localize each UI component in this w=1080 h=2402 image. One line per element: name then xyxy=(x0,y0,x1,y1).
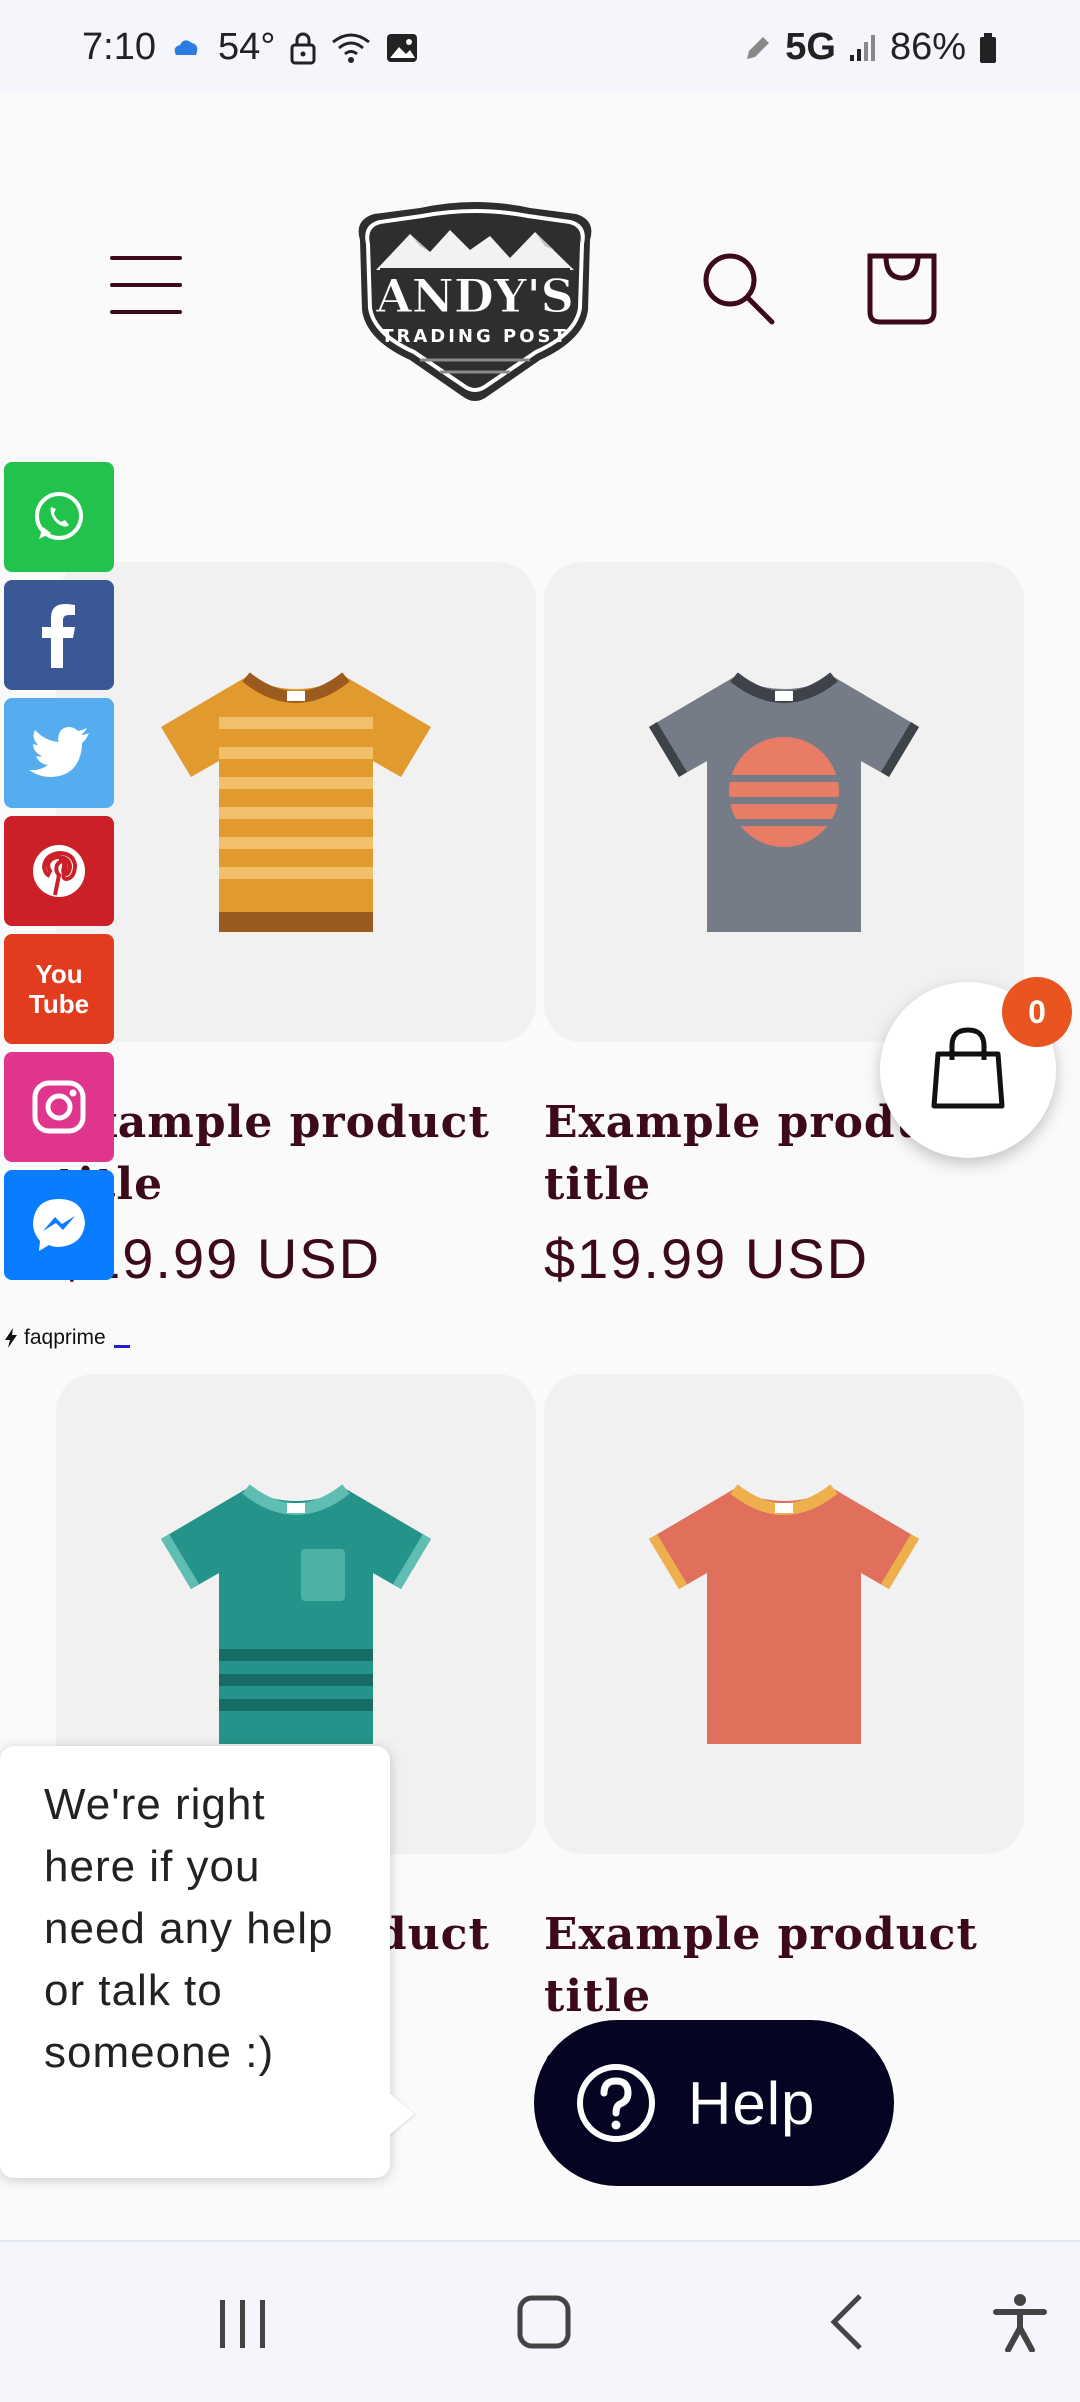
faqprime-underline xyxy=(113,1344,130,1348)
system-navigation-bar xyxy=(0,2240,1080,2402)
weather-icon xyxy=(170,33,204,63)
recent-apps-icon[interactable] xyxy=(212,2292,272,2357)
social-share-bar: You Tube xyxy=(4,462,116,1288)
logo-subtext: TRADING POST xyxy=(381,326,569,347)
status-bar: 7:10 54° 5G 86% xyxy=(0,0,1080,92)
cart-count-badge: 0 xyxy=(1002,977,1072,1047)
youtube-glyph-top: You xyxy=(35,959,83,989)
help-button[interactable]: Help xyxy=(534,2020,894,2186)
facebook-icon[interactable] xyxy=(4,580,114,690)
status-battery: 86% xyxy=(889,26,966,68)
lightning-icon xyxy=(5,1328,17,1348)
status-network: 5G xyxy=(785,26,836,68)
back-icon[interactable] xyxy=(822,2292,872,2357)
faqprime-label: faqprime xyxy=(24,1326,106,1349)
gallery-icon xyxy=(385,32,419,64)
twitter-icon[interactable] xyxy=(4,698,114,808)
hamburger-menu-icon[interactable] xyxy=(110,252,182,318)
store-logo[interactable]: ANDY'S TRADING POST xyxy=(340,200,610,410)
help-bubble-tail xyxy=(388,2092,414,2136)
product-title[interactable]: Example product title xyxy=(544,1904,1024,2028)
pinterest-icon[interactable] xyxy=(4,816,114,926)
whatsapp-icon[interactable] xyxy=(4,462,114,572)
product-card[interactable]: Example product title $19.99 USD xyxy=(56,562,536,1291)
youtube-icon[interactable]: You Tube xyxy=(4,934,114,1044)
wifi-icon xyxy=(331,32,371,64)
help-message-text: We're right here if you need any help or… xyxy=(44,1780,334,2077)
help-message-bubble[interactable]: We're right here if you need any help or… xyxy=(0,1746,390,2178)
pencil-icon xyxy=(743,33,773,63)
status-time: 7:10 xyxy=(82,26,156,68)
messenger-icon[interactable] xyxy=(4,1170,114,1280)
product-price: $19.99 USD xyxy=(544,1227,870,1290)
battery-icon xyxy=(978,32,998,64)
cart-icon[interactable] xyxy=(864,246,940,326)
logo-text: ANDY'S xyxy=(375,269,574,323)
product-title[interactable]: Example product title xyxy=(56,1092,536,1216)
question-icon xyxy=(577,2064,655,2142)
faqprime-badge[interactable]: faqprime xyxy=(4,1326,130,1350)
lock-icon xyxy=(289,30,317,66)
product-price: $19.99 USD xyxy=(56,1227,382,1290)
instagram-icon[interactable] xyxy=(4,1052,114,1162)
product-image[interactable] xyxy=(544,562,1024,1042)
product-card[interactable]: Example product title $19.99 USD xyxy=(544,562,1024,1291)
product-card[interactable]: Example product title $19.99 USD xyxy=(544,1374,1024,2103)
search-icon[interactable] xyxy=(698,248,778,328)
accessibility-icon[interactable] xyxy=(990,2292,1050,2357)
signal-icon xyxy=(848,33,878,63)
product-image[interactable] xyxy=(544,1374,1024,1854)
youtube-glyph-bottom: Tube xyxy=(28,989,90,1019)
status-temp: 54° xyxy=(217,26,276,68)
product-image[interactable] xyxy=(56,562,536,1042)
home-icon[interactable] xyxy=(512,2292,576,2357)
help-button-label: Help xyxy=(688,2069,816,2137)
